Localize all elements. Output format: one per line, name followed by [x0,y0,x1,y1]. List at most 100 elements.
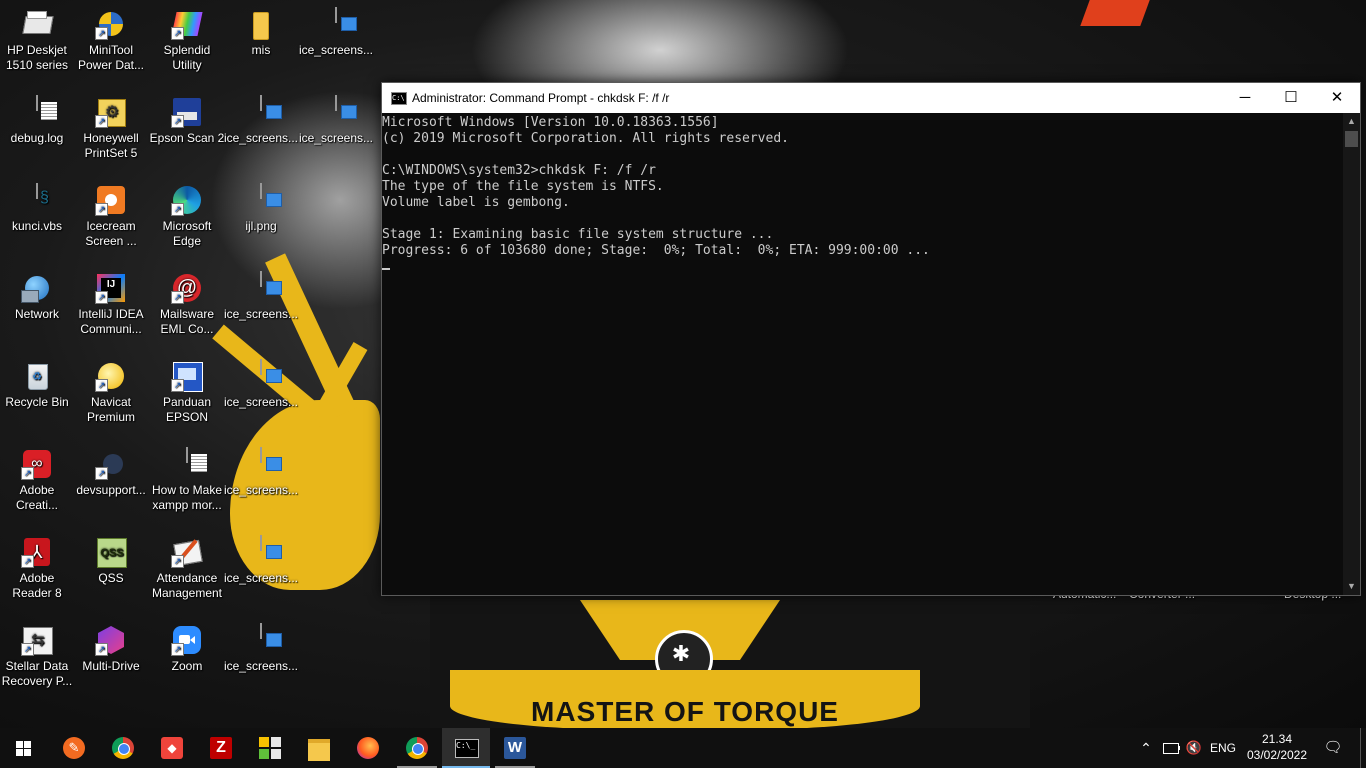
language-indicator[interactable]: ENG [1208,728,1238,768]
window-titlebar[interactable]: C:\ Administrator: Command Prompt - chkd… [382,83,1360,113]
command-prompt-icon: C:\_ [455,739,479,758]
marker-app-icon: ✎ [63,737,85,759]
desktop-icon-ice-screenshot[interactable]: ice_screens... [298,88,374,146]
taskbar-word[interactable]: W [491,728,539,768]
scroll-down-arrow-icon[interactable]: ▼ [1343,578,1360,595]
desktop-icon-adobe-reader[interactable]: ⅄ ↗ Adobe Reader 8 [0,528,75,601]
notifications-icon[interactable]: 🗨 [1318,728,1348,768]
adobe-creative-cloud-icon: ∞ ↗ [21,448,53,480]
tuning-fork-emblem-icon: ✱ [671,641,691,666]
desktop-icon-qss[interactable]: QSS QSS [73,528,149,586]
desktop-icon-recycle-bin[interactable]: ♻ Recycle Bin [0,352,75,410]
taskbar-chrome-canary[interactable] [393,728,441,768]
desktop-icon-hp-deskjet[interactable]: HP Deskjet 1510 series [0,0,75,73]
desktop-icon-panduan-epson[interactable]: ↗ Panduan EPSON [149,352,225,425]
script-file-icon: § [21,183,53,216]
scroll-up-arrow-icon[interactable]: ▲ [1343,113,1360,130]
desktop-icon-ice-screenshot[interactable]: ice_screens... [223,352,299,410]
taskbar-anydesk[interactable]: ◆ [148,728,196,768]
taskbar-app-grid[interactable] [246,728,294,768]
console-output-area[interactable]: Microsoft Windows [Version 10.0.18363.15… [382,113,1342,595]
filezilla-icon: Z [210,737,232,759]
desktop-icon-how-to-make-xampp[interactable]: How to Make xampp mor... [149,440,225,513]
desktop-icon-debug-log[interactable]: debug.log [0,88,75,146]
console-line: (c) 2019 Microsoft Corporation. All righ… [382,131,789,146]
desktop-icon-splendid[interactable]: ↗ Splendid Utility [149,0,225,73]
epson-scan-icon: ↗ [171,96,203,128]
image-file-icon [320,95,357,128]
taskbar-marker-app[interactable]: ✎ [50,728,98,768]
printer-icon [21,8,54,40]
clock-date: 03/02/2022 [1246,748,1308,762]
volume-muted-icon[interactable]: 🔇 [1184,728,1204,768]
network-icon [21,272,53,304]
desktop-icon-ice-screenshot[interactable]: ice_screens... [223,88,299,146]
recycle-bin-icon: ♻ [21,360,53,392]
desktop-icon-ijl-png[interactable]: ijl.png [223,176,299,234]
console-line: Progress: 6 of 103680 done; Stage: 0%; T… [382,243,930,258]
desktop-icon-honeywell[interactable]: ⚙ ↗ Honeywell PrintSet 5 [73,88,149,161]
desktop-icon-kunci-vbs[interactable]: § kunci.vbs [0,176,75,234]
document-icon [171,447,207,480]
desktop-icon-network[interactable]: Network [0,264,75,322]
desktop-icon-mis-folder[interactable]: mis [223,0,299,58]
image-file-icon [320,7,357,40]
taskbar-chrome[interactable] [99,728,147,768]
battery-icon[interactable] [1160,728,1182,768]
epson-manual-icon: ↗ [171,360,203,392]
desktop-icon-epson-scan[interactable]: ↗ Epson Scan 2 [149,88,225,146]
taskbar-filezilla[interactable]: Z [197,728,245,768]
vertical-scrollbar[interactable]: ▲ ▼ [1343,113,1360,595]
chrome-icon [112,737,134,759]
taskbar-file-explorer[interactable] [295,728,343,768]
desktop-icon-attendance-management[interactable]: ↗ Attendance Management [149,528,225,601]
desktop-icon-navicat[interactable]: ↗ Navicat Premium [73,352,149,425]
desktop-icon-microsoft-edge[interactable]: ↗ Microsoft Edge [149,176,225,249]
desktop-icon-intellij[interactable]: IJ ↗ IntelliJ IDEA Communi... [73,264,149,337]
zoom-icon: ↗ [171,624,203,656]
word-icon: W [504,737,526,759]
desktop-icon-multi-drive[interactable]: ↗ Multi-Drive [73,616,149,674]
show-hidden-icons-chevron-icon[interactable]: ⌃ [1136,728,1156,768]
console-line: Volume label is gembong. [382,195,570,210]
app-grid-icon [259,737,281,759]
splendid-utility-icon: ↗ [171,8,203,40]
honeywell-printset-icon: ⚙ ↗ [95,96,127,128]
desktop-icon-mailsware[interactable]: @ ↗ Mailsware EML Co... [149,264,225,337]
wallpaper-banner-text: MASTER OF TORQUE INDONESIA [531,696,839,727]
close-button[interactable]: ✕ [1314,83,1360,113]
clock-time: 21.34 [1261,732,1293,746]
desktop-icon-stellar-data[interactable]: ⇆ ↗ Stellar Data Recovery P... [0,616,75,689]
show-desktop-button[interactable] [1360,728,1366,768]
chrome-icon [406,737,428,759]
maximize-button[interactable]: ☐ [1268,83,1314,113]
taskbar-command-prompt[interactable]: C:\_ [442,728,490,768]
desktop-icon-ice-screenshot[interactable]: ice_screens... [223,440,299,498]
attendance-icon: ↗ [171,536,203,568]
intellij-idea-icon: IJ ↗ [95,272,127,304]
scrollbar-thumb[interactable] [1345,131,1358,147]
command-prompt-window[interactable]: C:\ Administrator: Command Prompt - chkd… [381,82,1361,596]
console-line: The type of the file system is NTFS. [382,179,664,194]
desktop-icon-ice-screenshot[interactable]: ice_screens... [298,0,374,58]
image-file-icon [245,623,282,656]
window-title: Administrator: Command Prompt - chkdsk F… [412,91,670,105]
desktop-icon-ice-screenshot[interactable]: ice_screens... [223,264,299,322]
desktop-icon-ice-screenshot[interactable]: ice_screens... [223,616,299,674]
desktop-icon-icecream-screen[interactable]: ↗ Icecream Screen ... [73,176,149,249]
minitool-icon: ↗ [95,8,127,40]
folder-icon [245,8,277,40]
desktop-icon-adobe-creative[interactable]: ∞ ↗ Adobe Creati... [0,440,75,513]
desktop-icon-devsupport[interactable]: ↗ devsupport... [73,440,149,498]
command-prompt-icon: C:\ [391,92,407,105]
desktop-icon-minitool[interactable]: ↗ MiniTool Power Dat... [73,0,149,73]
start-button[interactable] [0,728,48,768]
taskbar-firefox[interactable] [344,728,392,768]
taskbar: ✎ ◆ Z C:\_ W ⌃ 🔇 ENG 21.34 03/02/2022 🗨 [0,728,1366,768]
qss-icon: QSS [95,536,127,568]
clock[interactable]: 21.34 03/02/2022 [1238,731,1316,763]
minimize-button[interactable]: ─ [1222,83,1268,113]
desktop-icon-ice-screenshot[interactable]: ice_screens... [223,528,299,586]
desktop-icon-zoom[interactable]: ↗ Zoom [149,616,225,674]
image-file-icon [245,271,282,304]
